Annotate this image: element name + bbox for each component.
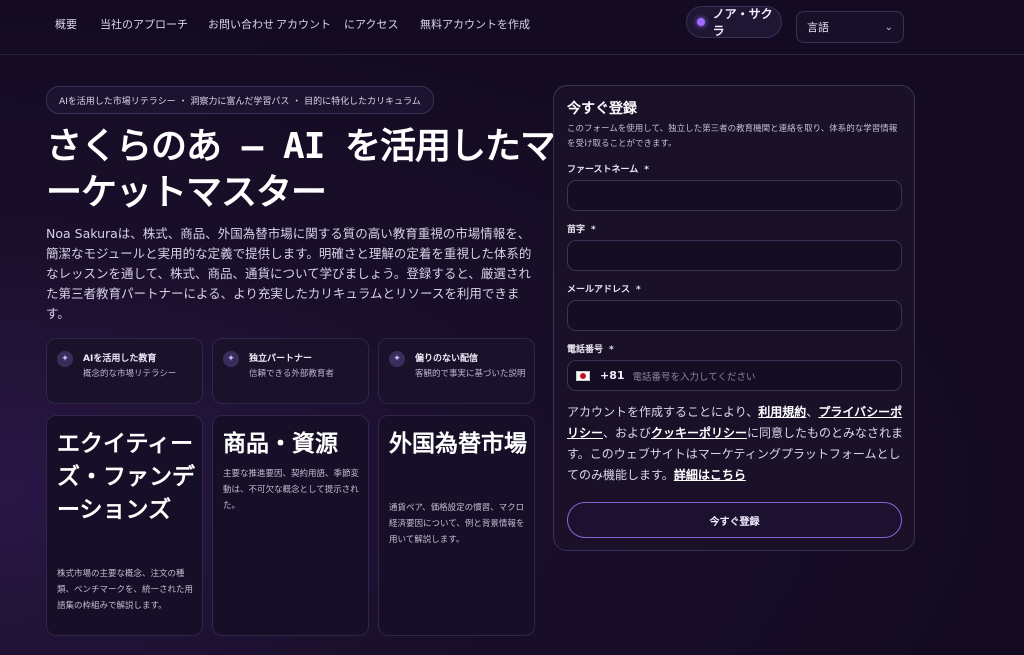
phone-field[interactable]: +81 電話番号を入力してください bbox=[567, 360, 902, 391]
sparkle-icon: ✦ bbox=[57, 351, 73, 367]
feature-card-ai: ✦ AIを活用した教育 概念的な市場リテラシー bbox=[46, 338, 203, 404]
first-name-input[interactable] bbox=[567, 180, 902, 211]
email-input[interactable] bbox=[567, 300, 902, 331]
top-nav: 概要 当社のアプローチ お問い合わせ アカウント にアクセス 無料アカウントを作… bbox=[0, 0, 1024, 55]
cookie-policy-link[interactable]: クッキーポリシー bbox=[651, 426, 747, 440]
feature-title: 独立パートナー bbox=[249, 354, 313, 364]
register-submit-button[interactable]: 今すぐ登録 bbox=[567, 502, 902, 538]
email-label: メールアドレス * bbox=[567, 285, 641, 295]
hero-tagline: AIを活用した市場リテラシー ・ 洞察力に富んだ学習パス ・ 目的に特化したカリ… bbox=[46, 86, 434, 114]
feature-card-partner: ✦ 独立パートナー 信頼できる外部教育者 bbox=[212, 338, 369, 404]
form-subtitle: このフォームを使用して、独立した第三者の教育機関と連絡を取り、体系的な学習情報を… bbox=[567, 124, 898, 149]
registration-form: 今すぐ登録 このフォームを使用して、独立した第三者の教育機関と連絡を取り、体系的… bbox=[553, 85, 915, 551]
required-mark: * bbox=[644, 165, 649, 175]
japan-flag-icon[interactable] bbox=[576, 370, 590, 381]
market-title: 商品・資源 bbox=[223, 431, 338, 457]
market-desc: 主要な推進要因、契約用語、季節変動は、不可欠な概念として提示された。 bbox=[223, 469, 360, 511]
phone-label: 電話番号 * bbox=[567, 345, 614, 355]
brand-name: ノア・サクラ bbox=[712, 7, 773, 38]
nav-overview-link[interactable]: 概要 bbox=[55, 16, 77, 32]
language-select[interactable]: 言語 ⌄ bbox=[796, 11, 904, 43]
market-card-forex: 外国為替市場 通貨ペア、価格設定の慣習、マクロ経済要因について、例と背景情報を用… bbox=[378, 415, 535, 636]
form-title: 今すぐ登録 bbox=[567, 101, 637, 117]
feature-desc: 客観的で事実に基づいた説明 bbox=[415, 369, 526, 379]
terms-link[interactable]: 利用規約 bbox=[758, 405, 806, 419]
phone-country-code[interactable]: +81 bbox=[600, 369, 625, 382]
brand-dot-icon bbox=[697, 18, 705, 26]
brand-badge[interactable]: ノア・サクラ bbox=[686, 6, 782, 38]
market-desc: 株式市場の主要な概念、注文の種類、ベンチマークを、統一された用語集の枠組みで解説… bbox=[57, 569, 194, 611]
last-name-label: 苗字 * bbox=[567, 225, 596, 235]
language-select-value: 言語 bbox=[807, 21, 829, 34]
market-desc: 通貨ペア、価格設定の慣習、マクロ経済要因について、例と背景情報を用いて解説します… bbox=[389, 503, 525, 545]
hero-description: Noa Sakuraは、株式、商品、外国為替市場に関する質の高い教育重視の市場情… bbox=[46, 226, 532, 321]
nav-access-link[interactable]: にアクセス bbox=[344, 16, 398, 32]
required-mark: * bbox=[609, 345, 614, 355]
market-card-equities: エクイティーズ・ファンデーションズ 株式市場の主要な概念、注文の種類、ベンチマー… bbox=[46, 415, 203, 636]
market-title: エクイティーズ・ファンデーションズ bbox=[57, 431, 195, 523]
nav-approach-link[interactable]: 当社のアプローチ bbox=[100, 16, 188, 32]
feature-card-unbiased: ✦ 偏りのない配信 客観的で事実に基づいた説明 bbox=[378, 338, 535, 404]
required-mark: * bbox=[591, 225, 596, 235]
hero-title: さくらのあ – AI を活用したマーケットマスター bbox=[46, 126, 556, 213]
sparkle-icon: ✦ bbox=[389, 351, 405, 367]
required-mark: * bbox=[636, 285, 641, 295]
chevron-down-icon: ⌄ bbox=[884, 21, 893, 33]
market-title: 外国為替市場 bbox=[389, 431, 527, 457]
nav-contact-link[interactable]: お問い合わせ bbox=[208, 16, 274, 32]
last-name-input[interactable] bbox=[567, 240, 902, 271]
market-card-commodities: 商品・資源 主要な推進要因、契約用語、季節変動は、不可欠な概念として提示された。 bbox=[212, 415, 369, 636]
first-name-label: ファーストネーム * bbox=[567, 165, 649, 175]
nav-account-link[interactable]: アカウント bbox=[276, 16, 331, 32]
phone-input[interactable]: 電話番号を入力してください bbox=[633, 369, 756, 383]
feature-desc: 信頼できる外部教育者 bbox=[249, 369, 334, 379]
feature-desc: 概念的な市場リテラシー bbox=[83, 369, 177, 379]
details-link[interactable]: 詳細はこちら bbox=[674, 468, 746, 482]
nav-create-account-link[interactable]: 無料アカウントを作成 bbox=[420, 16, 530, 32]
consent-text: アカウントを作成することにより、利用規約、プライバシーポリシー、およびクッキーポ… bbox=[567, 405, 904, 482]
feature-title: 偏りのない配信 bbox=[415, 354, 479, 364]
feature-title: AIを活用した教育 bbox=[83, 354, 157, 364]
sparkle-icon: ✦ bbox=[223, 351, 239, 367]
